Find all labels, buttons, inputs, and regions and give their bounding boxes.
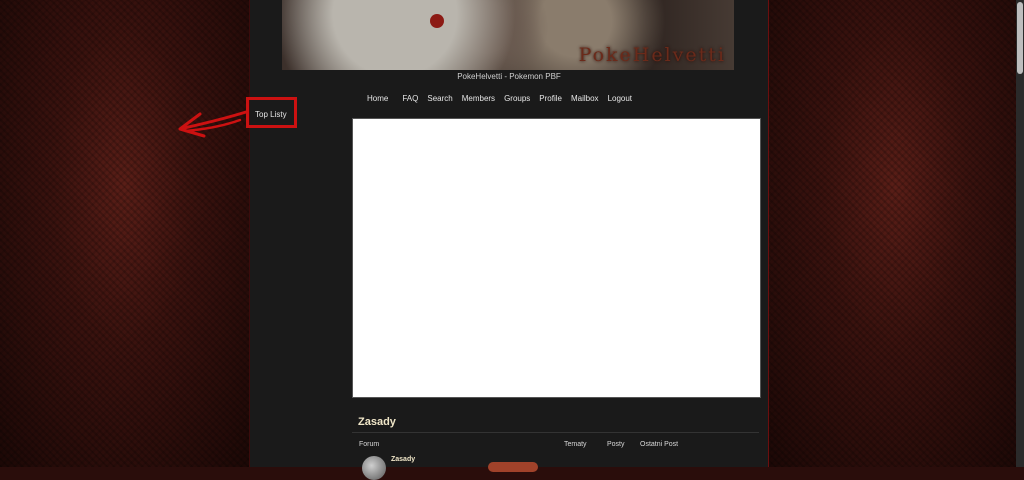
nav-profile[interactable]: Profile [539,94,562,103]
nav-home[interactable]: Home [367,94,388,103]
page-background-right [767,0,1024,467]
banner-title: PokeHelvetti [578,44,726,66]
banner-decoration [430,14,444,28]
annotation-arrow-icon [178,110,248,138]
nav-groups[interactable]: Groups [504,94,530,103]
column-header-ostatni-post: Ostatni Post [640,441,679,448]
nav-faq[interactable]: FAQ [402,94,418,103]
forum-row-avatar [362,456,386,480]
nav-mailbox[interactable]: Mailbox [571,94,599,103]
column-header-tematy: Tematy [564,441,587,448]
forum-row-title[interactable]: Zasady [391,456,415,463]
main-content-column: PokeHelvetti PokeHelvetti - Pokemon PBF … [249,0,769,480]
nav-logout[interactable]: Logout [608,94,632,103]
content-panel [352,118,761,398]
column-header-posty: Posty [607,441,625,448]
site-banner[interactable]: PokeHelvetti [282,0,734,70]
annotation-highlight-box [246,97,297,128]
section-divider [352,432,759,433]
nav-search[interactable]: Search [427,94,452,103]
page-background-left [0,0,249,467]
top-navigation: Home FAQ Search Members Groups Profile M… [367,94,641,103]
forum-section-title[interactable]: Zasady [358,416,396,428]
page-scrollbar[interactable] [1016,0,1024,467]
scrollbar-thumb[interactable] [1017,2,1023,74]
site-subtitle: PokeHelvetti - Pokemon PBF [457,72,561,81]
nav-members[interactable]: Members [462,94,495,103]
column-header-forum: Forum [359,441,380,448]
forum-row-thumbnail [488,462,538,472]
